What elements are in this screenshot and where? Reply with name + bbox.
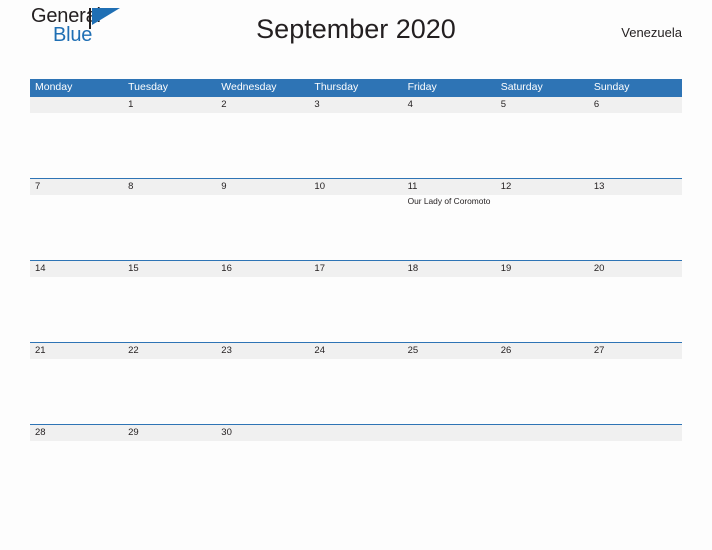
calendar-day-cell[interactable]: 28 — [30, 425, 124, 447]
day-number: 22 — [128, 345, 139, 356]
weekday-header-tuesday: Tuesday — [128, 81, 169, 93]
day-number: 5 — [500, 99, 506, 110]
calendar-day-cell[interactable]: 20 — [588, 261, 682, 342]
calendar-day-cell[interactable]: 15 — [123, 261, 217, 342]
calendar-day-cell[interactable]: 30 — [216, 425, 310, 447]
calendar-day-cell[interactable]: 25 — [402, 343, 496, 424]
day-number: 17 — [314, 263, 325, 274]
day-number: 19 — [500, 263, 512, 274]
weekday-header-wednesday: Wednesday — [221, 81, 277, 93]
day-number: 20 — [593, 263, 605, 274]
calendar-day-cell[interactable]: 23 — [216, 343, 310, 424]
day-number: 24 — [314, 345, 325, 356]
day-number: 21 — [35, 345, 46, 356]
calendar-week-row: 14 15 16 17 18 19 20 — [30, 260, 682, 342]
country-label: Venezuela — [621, 25, 682, 40]
calendar-day-cell[interactable]: 8 — [123, 179, 217, 260]
calendar-day-cell[interactable]: 27 — [588, 343, 682, 424]
calendar-day-cell[interactable] — [495, 425, 589, 447]
day-number: 9 — [221, 181, 227, 192]
weekday-header-sunday: Sunday — [593, 81, 630, 93]
day-number: 13 — [593, 181, 605, 192]
calendar-week-row: 28 29 30 — [30, 424, 682, 447]
calendar-day-cell[interactable]: 14 — [30, 261, 124, 342]
calendar-day-cell[interactable] — [30, 97, 124, 178]
day-number: 23 — [221, 345, 232, 356]
calendar-day-cell[interactable]: 13 — [588, 179, 682, 260]
calendar-day-cell[interactable]: 29 — [123, 425, 217, 447]
calendar-day-cell[interactable]: 19 — [495, 261, 589, 342]
calendar-day-cell[interactable]: 9 — [216, 179, 310, 260]
calendar-grid: Monday Tuesday Wednesday Thursday Friday… — [30, 79, 682, 447]
weekday-header-monday: Monday — [35, 81, 73, 93]
calendar-day-cell[interactable]: 26 — [495, 343, 589, 424]
page-header: General Blue September 2020 Venezuela — [30, 0, 682, 72]
day-number: 2 — [221, 99, 227, 110]
calendar-day-cell[interactable]: 4 — [402, 97, 496, 178]
weekday-header-saturday: Saturday — [500, 81, 543, 93]
weekday-header-friday: Friday — [407, 81, 437, 93]
calendar-week-row: 1 2 3 4 5 6 — [30, 96, 682, 178]
calendar-page: General Blue September 2020 Venezuela Mo… — [0, 0, 712, 550]
calendar-week-row: 7 8 9 10 11 Our Lady of Coromoto 12 13 — [30, 178, 682, 260]
calendar-day-cell[interactable] — [309, 425, 403, 447]
day-number: 14 — [35, 263, 46, 274]
calendar-day-cell[interactable]: 16 — [216, 261, 310, 342]
calendar-day-cell[interactable]: 1 — [123, 97, 217, 178]
day-number: 25 — [407, 345, 419, 356]
calendar-day-cell[interactable]: 5 — [495, 97, 589, 178]
calendar-day-cell[interactable] — [402, 425, 496, 447]
page-title: September 2020 — [256, 14, 456, 44]
calendar-week-row: 21 22 23 24 25 26 27 — [30, 342, 682, 424]
day-number: 7 — [35, 181, 41, 192]
day-number: 11 — [407, 181, 418, 192]
day-number: 26 — [500, 345, 512, 356]
day-number: 16 — [221, 263, 232, 274]
day-number: 27 — [593, 345, 605, 356]
day-number: 8 — [128, 181, 134, 192]
day-number: 29 — [128, 427, 139, 438]
calendar-day-cell-holiday[interactable]: 11 Our Lady of Coromoto — [402, 179, 496, 260]
day-number: 12 — [500, 181, 512, 192]
day-number: 6 — [593, 99, 600, 110]
day-number: 15 — [128, 263, 139, 274]
day-number: 1 — [128, 99, 134, 110]
day-number: 4 — [407, 99, 413, 110]
calendar-day-cell[interactable]: 6 — [588, 97, 682, 178]
calendar-day-cell[interactable]: 24 — [309, 343, 403, 424]
day-number: 18 — [407, 263, 419, 274]
weekday-header-thursday: Thursday — [314, 81, 359, 93]
calendar-day-cell[interactable]: 7 — [30, 179, 124, 260]
holiday-label: Our Lady of Coromoto — [407, 196, 491, 206]
weekday-header-row: Monday Tuesday Wednesday Thursday Friday… — [30, 79, 682, 96]
day-number: 30 — [221, 427, 232, 438]
day-number: 3 — [314, 99, 320, 110]
calendar-day-cell[interactable]: 12 — [495, 179, 589, 260]
calendar-day-cell[interactable]: 3 — [309, 97, 403, 178]
calendar-day-cell[interactable]: 22 — [123, 343, 217, 424]
calendar-day-cell[interactable]: 18 — [402, 261, 496, 342]
calendar-day-cell[interactable]: 17 — [309, 261, 403, 342]
day-number: 10 — [314, 181, 325, 192]
calendar-day-cell[interactable]: 10 — [309, 179, 403, 260]
calendar-day-cell[interactable] — [588, 425, 682, 447]
calendar-day-cell[interactable]: 2 — [216, 97, 310, 178]
calendar-day-cell[interactable]: 21 — [30, 343, 124, 424]
day-number: 28 — [35, 427, 46, 438]
